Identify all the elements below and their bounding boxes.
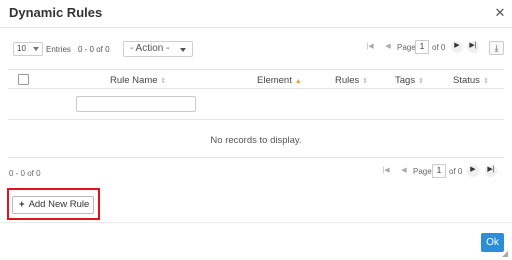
empty-message: No records to display. xyxy=(210,135,302,146)
grid-toolbar: 10 Entries 0 - 0 of 0 - Action - |◀ ◀ Pa… xyxy=(0,38,512,60)
sort-icon: ⇕ xyxy=(482,78,489,85)
rule-name-filter-input[interactable] xyxy=(76,96,196,112)
action-select[interactable]: - Action - xyxy=(123,41,193,57)
next-page-icon[interactable]: ▶ xyxy=(467,165,479,177)
last-page-icon[interactable]: ▶| xyxy=(485,165,497,177)
dynamic-rules-dialog: Dynamic Rules ✕ 10 Entries 0 - 0 of 0 - … xyxy=(0,0,512,260)
top-pager: |◀ ◀ Page 1 of 0 ▶ ▶| xyxy=(362,38,482,56)
chevron-down-icon xyxy=(33,47,39,51)
entries-label: Entries xyxy=(46,45,71,54)
close-icon[interactable]: ✕ xyxy=(494,6,506,19)
page-label: Page xyxy=(397,43,416,52)
grid-header: Rule Name ⇕ Element ▲ Rules ⇕ Tags ⇕ Status ⇕ xyxy=(8,69,504,89)
plus-icon: + xyxy=(19,199,25,210)
resize-grip-icon[interactable]: ◢ xyxy=(502,250,510,258)
sort-icon: ⇕ xyxy=(418,78,424,85)
column-label: Status xyxy=(453,75,480,86)
chevron-down-icon xyxy=(180,48,186,52)
divider xyxy=(0,222,512,223)
bottom-pager: |◀ ◀ Page 1 of 0 ▶ ▶| xyxy=(380,162,504,180)
column-label: Rule Name xyxy=(110,75,158,86)
page-of-label: of 0 xyxy=(449,167,463,176)
column-header-rules[interactable]: Rules ⇕ xyxy=(335,75,368,86)
page-label: Page xyxy=(413,167,432,176)
column-header-rule-name[interactable]: Rule Name ⇕ xyxy=(110,75,166,86)
add-new-rule-button[interactable]: + Add New Rule xyxy=(12,196,94,214)
sort-icon: ⇕ xyxy=(160,78,167,85)
ok-button[interactable]: Ok xyxy=(481,233,504,252)
page-size-select[interactable]: 10 xyxy=(13,42,43,56)
prev-page-icon[interactable]: ◀ xyxy=(398,166,410,176)
footer-record-range: 0 - 0 of 0 xyxy=(9,169,41,178)
action-select-value: - Action - xyxy=(130,43,170,54)
column-header-status[interactable]: Status ⇕ xyxy=(453,75,489,86)
sort-icon: ⇕ xyxy=(362,78,369,85)
column-label: Element xyxy=(257,75,292,86)
dialog-title: Dynamic Rules xyxy=(9,5,103,20)
next-page-icon[interactable]: ▶ xyxy=(451,41,463,53)
column-label: Tags xyxy=(395,75,416,86)
page-of-label: of 0 xyxy=(432,43,446,52)
filter-row xyxy=(8,90,504,120)
add-new-rule-label: Add New Rule xyxy=(28,199,90,210)
prev-page-icon[interactable]: ◀ xyxy=(382,42,394,52)
column-label: Rules xyxy=(335,75,360,86)
page-number-input[interactable]: 1 xyxy=(432,164,446,178)
download-icon[interactable]: ⤓ xyxy=(489,41,504,55)
grid-footer: 0 - 0 of 0 |◀ ◀ Page 1 of 0 ▶ ▶| xyxy=(0,162,512,182)
record-range: 0 - 0 of 0 xyxy=(78,45,110,54)
column-header-element[interactable]: Element ▲ xyxy=(257,75,302,86)
column-header-tags[interactable]: Tags ⇕ xyxy=(395,75,424,86)
first-page-icon[interactable]: |◀ xyxy=(364,42,376,52)
last-page-icon[interactable]: ▶| xyxy=(467,41,479,53)
page-number-input[interactable]: 1 xyxy=(415,40,429,54)
first-page-icon[interactable]: |◀ xyxy=(380,166,392,176)
sort-asc-icon: ▲ xyxy=(294,78,302,85)
page-size-value: 10 xyxy=(17,44,26,53)
empty-state-row: No records to display. xyxy=(8,121,504,158)
dialog-title-bar: Dynamic Rules ✕ xyxy=(0,0,512,28)
select-all-checkbox[interactable] xyxy=(18,74,29,85)
